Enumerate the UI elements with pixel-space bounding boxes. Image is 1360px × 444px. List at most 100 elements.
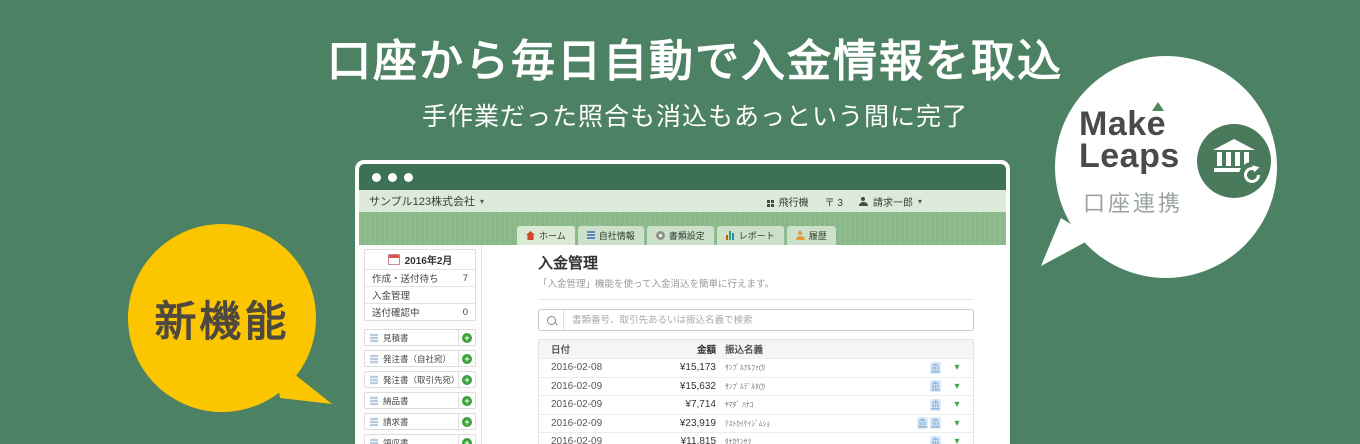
tab-doc-settings[interactable]: 書類設定 xyxy=(646,226,714,245)
search-icon-area xyxy=(539,310,564,330)
expand-row-chevron[interactable]: ▾ xyxy=(941,436,973,444)
month-label: 2016年2月 xyxy=(404,256,453,267)
status-count: 7 xyxy=(462,272,468,284)
doc-type-link[interactable]: 発注書（取引先宛） xyxy=(365,372,458,387)
apps-menu[interactable]: 飛行機 xyxy=(766,194,809,209)
nav-band: ホーム 自社情報 書類設定 レポート 履歴 xyxy=(359,212,1006,245)
company-menu[interactable]: サンプル123株式会社 ▾ xyxy=(369,193,484,209)
payments-table: 日付 金額 振込名義 2016-02-08 ¥15,173 ｻﾝﾌﾟﾙｱﾙﾌｧ(ｶ ▾ 20… xyxy=(538,339,974,444)
tab-home[interactable]: ホーム xyxy=(517,226,575,245)
bank-badge-icon xyxy=(917,417,928,430)
plus-icon: + xyxy=(462,437,472,444)
payment-row[interactable]: 2016-02-09 ¥7,714 ﾔﾏﾀﾞ ﾊﾅｺ ▾ xyxy=(539,395,973,414)
payment-amount: ¥23,919 xyxy=(679,417,716,429)
payment-row[interactable]: 2016-02-09 ¥23,919 ﾃｽﾄｶｲｹｲｼﾞﾑｼｮ ▾ xyxy=(539,413,973,432)
payment-row[interactable]: 2016-02-09 ¥15,632 ｻﾝﾌﾟﾙﾃﾞﾙﾀ(ｶ ▾ xyxy=(539,376,973,395)
chevron-down-icon: ▾ xyxy=(480,196,485,206)
plus-icon: + xyxy=(462,416,472,427)
document-icon xyxy=(370,353,378,364)
create-doc-button[interactable]: + xyxy=(458,351,475,366)
create-doc-button[interactable]: + xyxy=(458,414,475,429)
payer-name: ｻﾝﾌﾟﾙﾃﾞﾙﾀ(ｶ xyxy=(725,381,765,391)
expand-row-chevron[interactable]: ▾ xyxy=(941,381,973,392)
create-doc-button[interactable]: + xyxy=(458,393,475,408)
home-icon xyxy=(526,231,535,240)
doc-type-label: 請求書 xyxy=(383,416,409,427)
tab-company-info[interactable]: 自社情報 xyxy=(577,226,644,245)
window-control-icon[interactable] xyxy=(404,172,413,182)
plus-icon: + xyxy=(462,332,472,343)
payment-amount: ¥7,714 xyxy=(685,399,716,411)
table-header: 日付 金額 振込名義 xyxy=(539,340,973,358)
company-name: サンプル123株式会社 xyxy=(369,196,476,208)
tab-reports[interactable]: レポート xyxy=(716,226,784,245)
logo-bubble: Make Leaps 口座連携 xyxy=(1041,56,1277,278)
payment-amount: ¥15,632 xyxy=(679,380,716,392)
plus-icon: + xyxy=(462,395,472,406)
doc-type-link[interactable]: 請求書 xyxy=(365,414,458,429)
app-body: 2016年2月 作成・送付待ち 7 入金管理 送付確認中 0 見積書 + 発注書（自社宛） +… xyxy=(359,245,1006,444)
bubble-tail xyxy=(1041,218,1093,266)
sidebar: 2016年2月 作成・送付待ち 7 入金管理 送付確認中 0 見積書 + 発注書（自社宛） +… xyxy=(359,245,482,444)
document-icon xyxy=(370,374,378,385)
status-box: 2016年2月 作成・送付待ち 7 入金管理 送付確認中 0 xyxy=(364,249,476,321)
report-icon xyxy=(725,231,735,240)
payment-row[interactable]: 2016-02-08 ¥15,173 ｻﾝﾌﾟﾙｱﾙﾌｧ(ｶ ▾ xyxy=(539,358,973,377)
person-icon xyxy=(795,231,805,240)
user-menu[interactable]: 請求一郎 ▾ xyxy=(858,194,922,209)
status-label: 入金管理 xyxy=(372,291,411,302)
payer-name: ﾔﾏﾀﾞ ﾊﾅｺ xyxy=(725,400,754,410)
document-icon xyxy=(370,332,378,343)
create-doc-button[interactable]: + xyxy=(458,435,475,444)
bank-badges xyxy=(893,417,941,430)
sidebar-status-item[interactable]: 作成・送付待ち 7 xyxy=(365,269,475,286)
sync-refresh-icon xyxy=(1239,162,1265,188)
create-doc-button[interactable]: + xyxy=(458,330,475,345)
payment-date: 2016-02-09 xyxy=(551,417,603,429)
app-window: サンプル123株式会社 ▾ 飛行機 〒 3 請求一郎 ▾ ホーム自社情報書類 xyxy=(355,160,1010,444)
doc-type-label: 領収書 xyxy=(383,437,409,444)
logo-line2: Leaps xyxy=(1079,137,1180,176)
bank-badge-icon xyxy=(930,380,941,393)
doc-type-link[interactable]: 領収書 xyxy=(365,435,458,444)
tab-label: ホーム xyxy=(539,231,566,241)
doc-type-link[interactable]: 納品書 xyxy=(365,393,458,408)
page-title: 入金管理 xyxy=(538,255,599,272)
month-selector[interactable]: 2016年2月 xyxy=(365,250,475,269)
plus-icon: + xyxy=(462,374,472,385)
topbar-right: 飛行機 〒 3 請求一郎 ▾ xyxy=(766,194,922,209)
bank-sync-badge xyxy=(1197,124,1271,198)
gear-icon xyxy=(655,231,665,240)
create-doc-button[interactable]: + xyxy=(458,372,475,387)
chevron-down-icon: ▾ xyxy=(917,196,922,206)
bank-badge-icon xyxy=(930,361,941,374)
logo-caption: 口座連携 xyxy=(1083,191,1184,216)
sidebar-doc-type: 発注書（取引先宛） + xyxy=(364,371,476,388)
sidebar-doc-type: 見積書 + xyxy=(364,329,476,346)
search-icon xyxy=(546,315,556,325)
sidebar-status-item[interactable]: 送付確認中 0 xyxy=(365,303,475,320)
payment-row[interactable]: 2016-02-09 ¥11,815 ﾀﾅｶｹﾝｾﾂ ▾ xyxy=(539,432,973,444)
window-control-icon[interactable] xyxy=(372,172,381,182)
sidebar-status-item[interactable]: 入金管理 xyxy=(365,286,475,303)
window-control-icon[interactable] xyxy=(388,172,397,182)
doc-type-link[interactable]: 見積書 xyxy=(365,330,458,345)
user-icon xyxy=(858,196,868,206)
main-content: 入金管理 「入金管理」機能を使って入金消込を簡単に行えます。 日付金額振込名義 … xyxy=(482,245,1006,444)
app-menubar: サンプル123株式会社 ▾ 飛行機 〒 3 請求一郎 ▾ xyxy=(359,190,1006,212)
mail-badge[interactable]: 〒 3 xyxy=(825,194,843,209)
sidebar-doc-type: 発注書（自社宛） + xyxy=(364,350,476,367)
expand-row-chevron[interactable]: ▾ xyxy=(941,399,973,410)
doc-type-link[interactable]: 発注書（自社宛） xyxy=(365,351,458,366)
payment-date: 2016-02-08 xyxy=(551,362,603,374)
expand-row-chevron[interactable]: ▾ xyxy=(941,418,973,429)
doc-type-label: 発注書（取引先宛） xyxy=(383,374,458,385)
sidebar-doc-type: 領収書 + xyxy=(364,434,476,444)
bank-badge-icon xyxy=(930,398,941,411)
logo-triangle-icon xyxy=(1152,102,1164,111)
expand-row-chevron[interactable]: ▾ xyxy=(941,362,973,373)
bubble-tail xyxy=(274,358,332,404)
promo-banner: 口座から毎日自動で入金情報を取込 手作業だった照合も消込もあっという間に完了 新… xyxy=(0,0,1360,444)
search-input[interactable] xyxy=(564,314,973,326)
tab-history[interactable]: 履歴 xyxy=(786,226,836,245)
